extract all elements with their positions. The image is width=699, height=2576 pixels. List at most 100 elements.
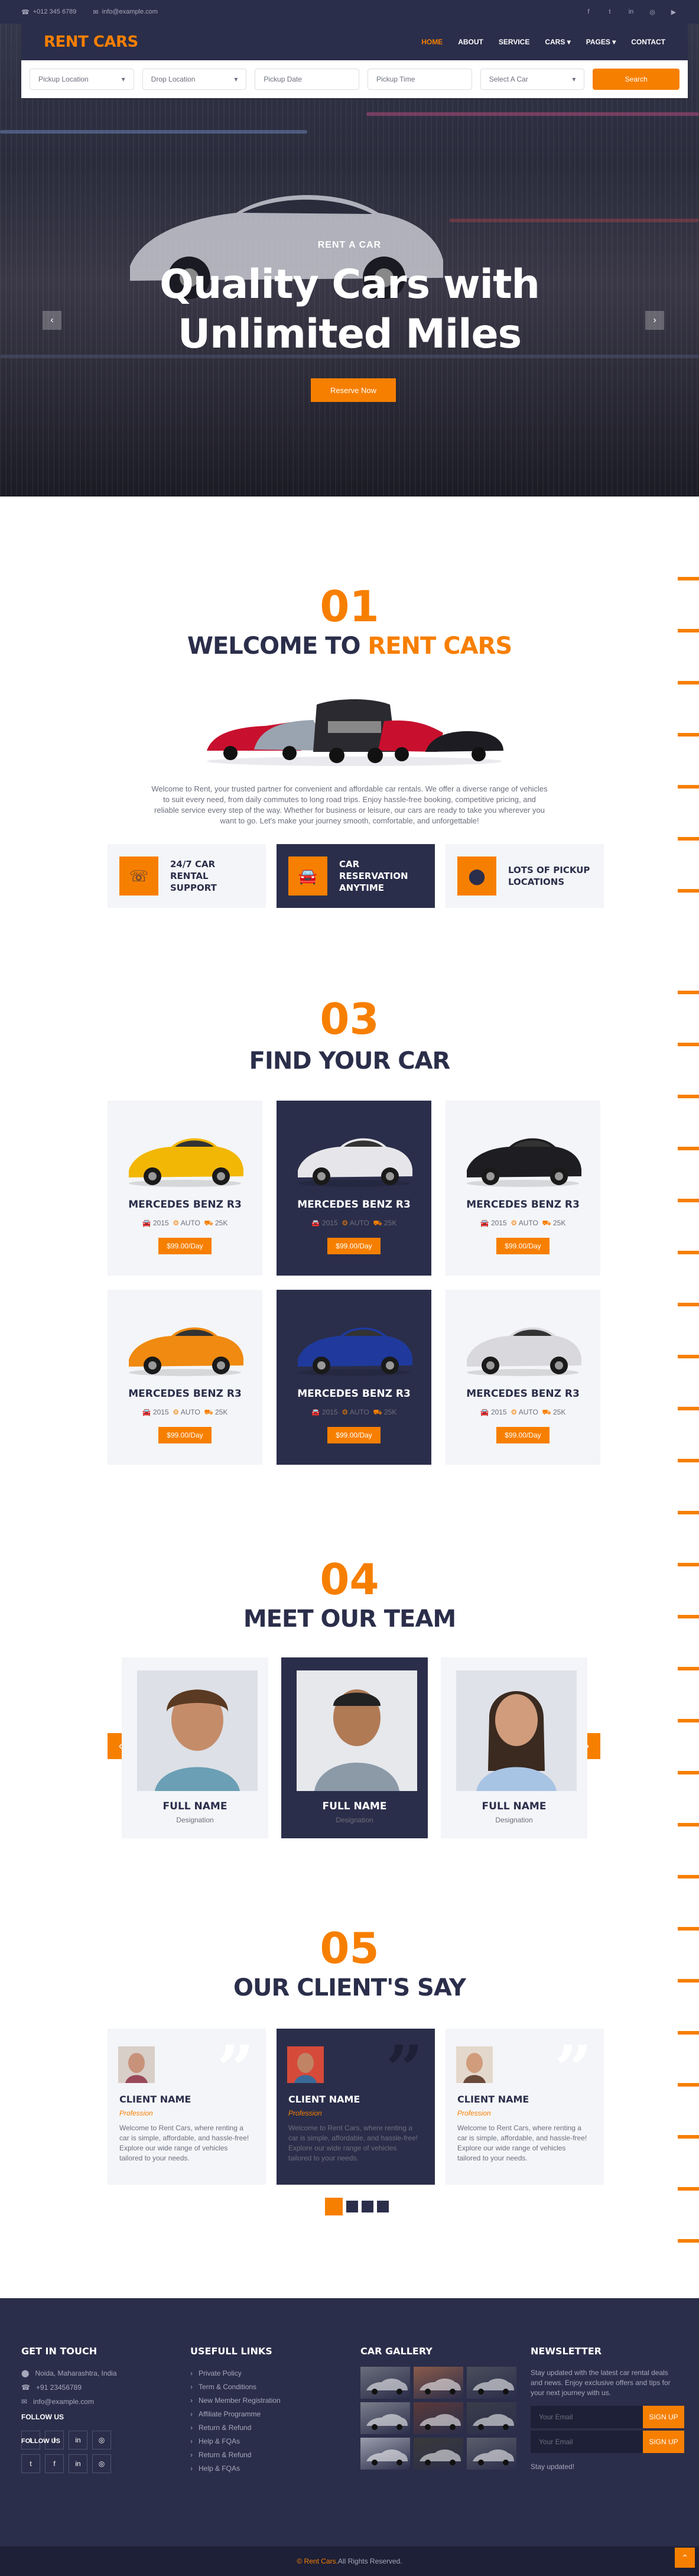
chevron-right-icon: › <box>190 2410 193 2418</box>
newsletter-email-input[interactable]: Your Email <box>531 2406 643 2428</box>
footer-link[interactable]: › Term & Conditions <box>190 2383 256 2391</box>
pickup-date-input[interactable]: Pickup Date <box>255 69 360 90</box>
cars-title: FIND YOUR CAR <box>249 1047 451 1075</box>
car-name: MERCEDES BENZ R3 <box>466 1388 580 1400</box>
car-specs: 🚘 2015 ⚙ AUTO ⛟ 25K <box>142 1408 228 1416</box>
gallery-thumbnail[interactable] <box>360 2402 410 2434</box>
gallery-thumbnail[interactable] <box>414 2402 463 2434</box>
road-icon: ⛟ <box>373 1219 382 1227</box>
footer-links-title: USEFULL LINKS <box>190 2345 272 2357</box>
gallery-thumbnail[interactable] <box>467 2402 516 2434</box>
copyright-text: All Rights Reserved. <box>337 2557 402 2565</box>
gallery-thumbnail[interactable] <box>467 2367 516 2399</box>
gallery-thumbnail[interactable] <box>414 2438 463 2470</box>
feature-support: ☏ 24/7 CAR RENTAL SUPPORT <box>108 844 266 908</box>
car-name: MERCEDES BENZ R3 <box>297 1199 411 1211</box>
gallery-thumbnail[interactable] <box>414 2367 463 2399</box>
back-to-top-icon[interactable]: ⌃ <box>675 2548 695 2568</box>
drop-location-select[interactable]: Drop Location ▾ <box>142 69 247 90</box>
copyright-brand[interactable]: © Rent Cars. <box>297 2557 338 2565</box>
twitter-icon[interactable]: t <box>606 8 614 16</box>
car-price-button[interactable]: $99.00/Day <box>158 1238 212 1254</box>
search-button[interactable]: Search <box>593 69 680 90</box>
client-avatar <box>456 2046 493 2083</box>
linkedin-icon[interactable]: in <box>69 2454 87 2473</box>
caret-down-icon: ▾ <box>234 75 238 83</box>
nav-home[interactable]: HOME <box>421 38 443 46</box>
instagram-icon[interactable]: ◎ <box>648 8 656 16</box>
car-image <box>467 1327 581 1376</box>
testimonial-pagination <box>325 2198 389 2215</box>
nav-pages[interactable]: PAGES ▾ <box>586 38 616 46</box>
decor-tick <box>678 2031 699 2035</box>
chevron-right-icon: › <box>190 2423 193 2432</box>
welcome-title: WELCOME TO RENT CARS <box>187 632 512 660</box>
nav-cars[interactable]: CARS ▾ <box>545 38 570 46</box>
gear-icon: ⚙ <box>511 1219 518 1227</box>
car-image <box>298 1327 412 1376</box>
pagination-dot[interactable] <box>346 2201 358 2212</box>
footer-link[interactable]: › New Member Registration <box>190 2396 281 2405</box>
car-price-button[interactable]: $99.00/Day <box>158 1427 212 1443</box>
hero-next-icon[interactable]: › <box>645 311 664 330</box>
nav-contact[interactable]: CONTACT <box>631 38 665 46</box>
instagram-icon[interactable]: ◎ <box>92 2431 111 2450</box>
newsletter-text: Stay updated with the latest car rental … <box>531 2369 671 2397</box>
pagination-dot[interactable] <box>377 2201 389 2212</box>
select-car-select[interactable]: Select A Car ▾ <box>480 69 585 90</box>
reserve-now-button[interactable]: Reserve Now <box>311 378 396 402</box>
pagination-dot[interactable] <box>362 2201 373 2212</box>
gallery-thumbnail[interactable] <box>467 2438 516 2470</box>
clients-number: 05 <box>320 1923 379 1973</box>
gear-icon: ⚙ <box>173 1219 180 1227</box>
pickup-location-select[interactable]: Pickup Location ▾ <box>30 69 134 90</box>
car-card[interactable]: MERCEDES BENZ R3 🚘 2015 ⚙ AUTO ⛟ 25K $99.0… <box>277 1101 431 1276</box>
footer-link[interactable]: › Return & Refund <box>190 2451 251 2459</box>
gallery-thumbnail[interactable] <box>360 2367 410 2399</box>
car-card[interactable]: MERCEDES BENZ R3 🚘 2015 ⚙ AUTO ⛟ 25K $99.0… <box>446 1101 600 1276</box>
footer-link[interactable]: › Return & Refund <box>190 2423 251 2432</box>
hero-prev-icon[interactable]: ‹ <box>43 311 61 330</box>
newsletter-email-input[interactable]: Your Email <box>531 2431 643 2453</box>
car-card[interactable]: MERCEDES BENZ R3 🚘 2015 ⚙ AUTO ⛟ 25K $99.0… <box>108 1290 262 1465</box>
footer-link[interactable]: › Private Policy <box>190 2369 242 2377</box>
car-card[interactable]: MERCEDES BENZ R3 🚘 2015 ⚙ AUTO ⛟ 25K $99.0… <box>277 1290 431 1465</box>
car-price-button[interactable]: $99.00/Day <box>496 1427 550 1443</box>
linkedin-icon[interactable]: in <box>69 2431 87 2450</box>
feature-locations: ⬤ LOTS OF PICKUP LOCATIONS <box>446 844 604 908</box>
car-price-button[interactable]: $99.00/Day <box>327 1238 381 1254</box>
pickup-time-input[interactable]: Pickup Time <box>368 69 472 90</box>
newsletter-signup-button[interactable]: SIGN UP <box>643 2406 684 2428</box>
instagram-icon[interactable]: ◎ <box>92 2454 111 2473</box>
footer-link[interactable]: › Affiliate Programme <box>190 2410 261 2418</box>
twitter-icon[interactable]: t <box>21 2454 40 2473</box>
footer-link[interactable]: › Help & FQAs <box>190 2437 240 2445</box>
youtube-icon[interactable]: ▶ <box>669 8 678 16</box>
decor-tick <box>678 1719 699 1722</box>
client-avatar <box>118 2046 155 2083</box>
gallery-thumbnail[interactable] <box>360 2438 410 2470</box>
booking-search-bar: Pickup Location ▾ Drop Location ▾ Pickup D… <box>21 60 688 98</box>
envelope-icon: ✉ <box>93 8 99 16</box>
car-price-button[interactable]: $99.00/Day <box>327 1427 381 1443</box>
pagination-dot[interactable] <box>325 2198 343 2215</box>
chevron-right-icon: › <box>190 2451 193 2459</box>
team-number: 04 <box>320 1555 379 1604</box>
facebook-icon[interactable]: f <box>584 8 593 16</box>
decor-tick <box>678 577 699 580</box>
footer-phone: ☎ +91 23456789 <box>21 2383 82 2392</box>
car-price-button[interactable]: $99.00/Day <box>496 1238 550 1254</box>
follow-us-label: FOLLOW US <box>21 2413 64 2421</box>
car-specs: 🚘 2015 ⚙ AUTO ⛟ 25K <box>311 1408 397 1416</box>
decor-tick <box>678 2187 699 2191</box>
linkedin-icon[interactable]: in <box>627 8 635 16</box>
nav-about[interactable]: ABOUT <box>458 38 483 46</box>
footer-link[interactable]: › Help & FQAs <box>190 2464 240 2473</box>
car-card[interactable]: MERCEDES BENZ R3 🚘 2015 ⚙ AUTO ⛟ 25K $99.0… <box>446 1290 600 1465</box>
car-card[interactable]: MERCEDES BENZ R3 🚘 2015 ⚙ AUTO ⛟ 25K $99.0… <box>108 1101 262 1276</box>
facebook-icon[interactable]: f <box>45 2454 64 2473</box>
newsletter-signup-button[interactable]: SIGN UP <box>643 2431 684 2453</box>
nav-service[interactable]: SERVICE <box>499 38 529 46</box>
site-logo[interactable]: RENT CARS <box>44 33 138 51</box>
car-image <box>129 1138 243 1187</box>
